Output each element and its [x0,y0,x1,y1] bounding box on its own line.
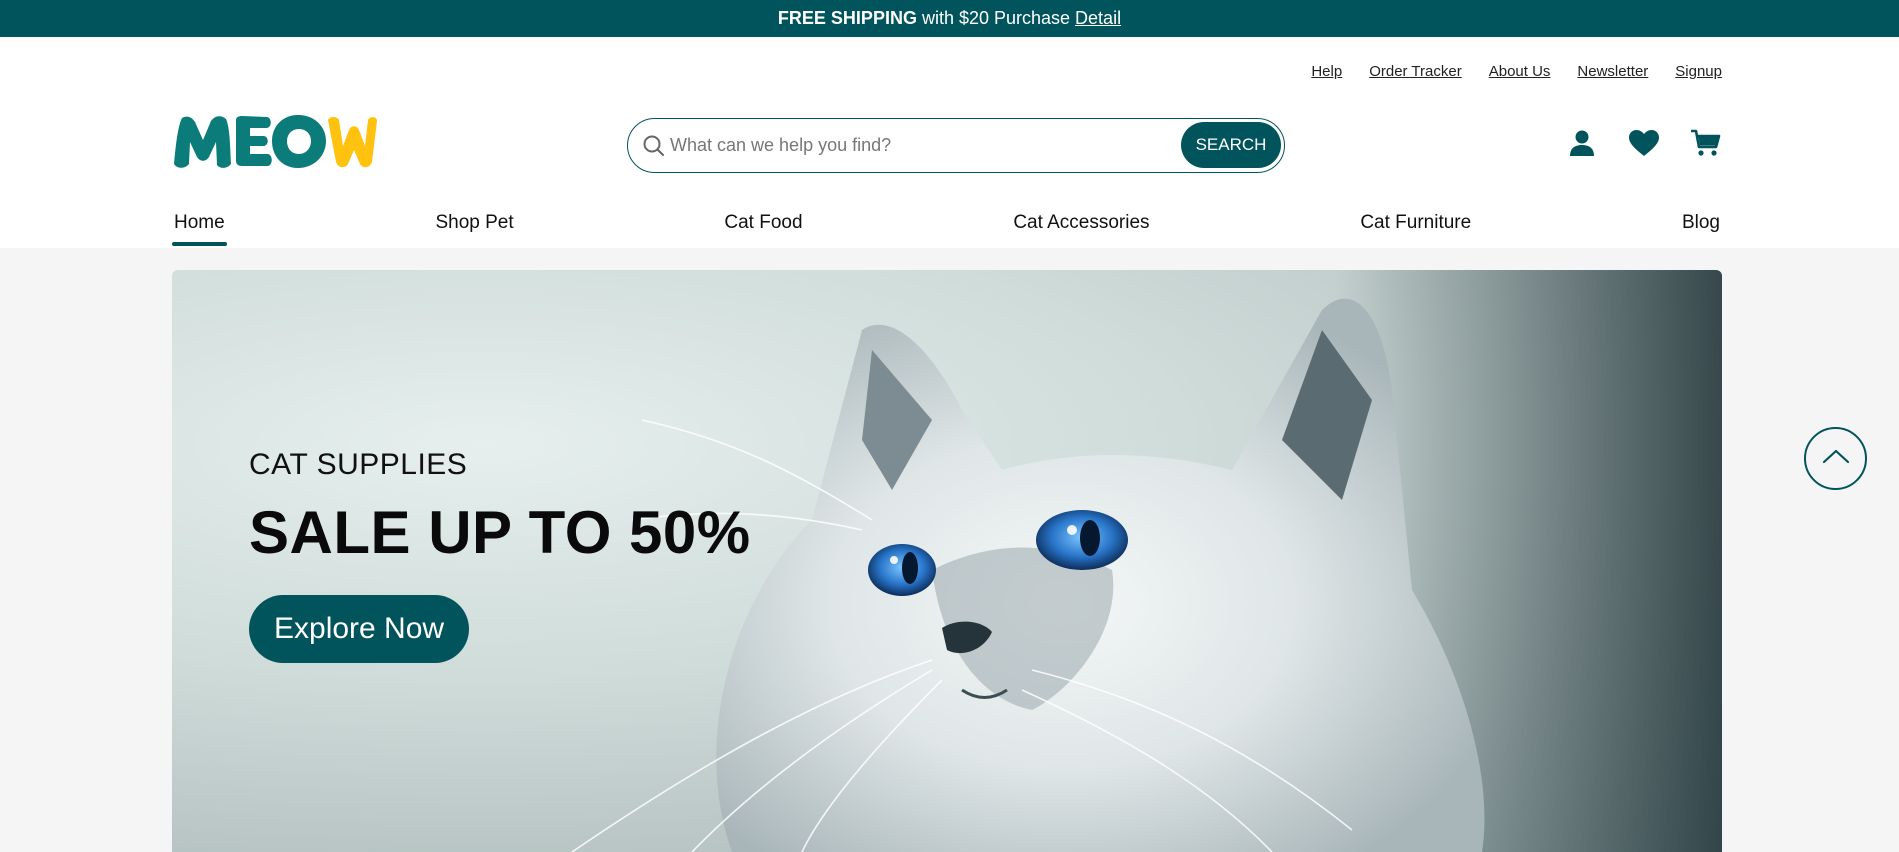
promo-detail-link[interactable]: Detail [1075,8,1121,29]
chevron-up-icon [1822,448,1850,469]
explore-now-button[interactable]: Explore Now [249,595,470,663]
nav-shop-pet[interactable]: Shop Pet [433,212,515,248]
newsletter-link[interactable]: Newsletter [1577,63,1648,80]
cart-button[interactable] [1686,125,1726,165]
utility-links: Help Order Tracker About Us Newsletter S… [1311,63,1722,80]
order-tracker-link[interactable]: Order Tracker [1369,63,1462,80]
main-nav: Home Shop Pet Cat Food Cat Accessories C… [172,212,1722,248]
hero-banner: CAT SUPPLIES SALE UP TO 50% Explore Now [172,270,1722,852]
help-link[interactable]: Help [1311,63,1342,80]
wishlist-button[interactable] [1624,125,1664,165]
scroll-to-top-button[interactable] [1804,427,1867,490]
nav-cat-accessories[interactable]: Cat Accessories [1011,212,1151,248]
account-button[interactable] [1562,125,1602,165]
promo-bold: FREE SHIPPING [777,8,917,28]
heart-icon [1628,129,1660,162]
hero-kicker: CAT SUPPLIES [249,448,468,481]
nav-cat-furniture[interactable]: Cat Furniture [1358,212,1473,248]
hero-content: CAT SUPPLIES SALE UP TO 50% Explore Now [249,448,751,663]
search-button[interactable]: SEARCH [1181,122,1281,168]
promo-text: with $20 Purchase [921,8,1071,28]
meow-logo-mark [174,115,377,168]
promo-bar: FREE SHIPPING with $20 Purchase Detail [0,0,1899,37]
nav-blog[interactable]: Blog [1680,212,1722,248]
nav-cat-food[interactable]: Cat Food [722,212,804,248]
hero-title: SALE UP TO 50% [249,499,751,566]
cart-icon [1690,129,1721,162]
about-us-link[interactable]: About Us [1489,63,1551,80]
nav-home[interactable]: Home [172,212,227,248]
site-header: Help Order Tracker About Us Newsletter S… [0,37,1899,248]
search-input[interactable] [670,129,1170,161]
meow-logo[interactable] [172,112,378,170]
signup-link[interactable]: Signup [1675,63,1722,80]
search-icon [642,134,666,158]
search-bar: SEARCH [627,118,1285,173]
user-icon [1569,129,1595,162]
